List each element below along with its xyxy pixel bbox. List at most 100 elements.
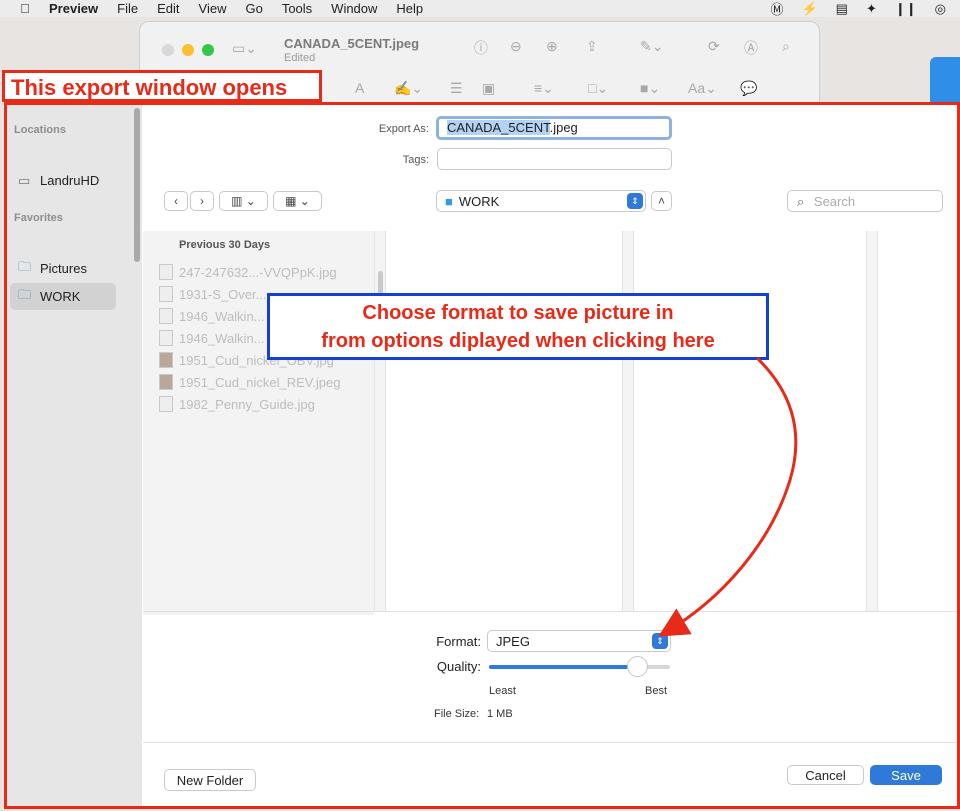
file-name: 1982_Penny_Guide.jpg [179, 396, 315, 412]
export-as-label: Export As: [378, 123, 429, 135]
sidebar-item-pictures[interactable]: 🗀 Pictures [10, 255, 116, 282]
sidebar-toggle-icon[interactable]: ▭⌄ [232, 40, 257, 57]
menu-tools[interactable]: Tools [282, 1, 312, 16]
menu-edit[interactable]: Edit [157, 1, 179, 16]
annotate-icon[interactable]: Ⓐ [744, 38, 758, 58]
font-style-icon[interactable]: Aa⌄ [688, 80, 717, 97]
file-icon [159, 308, 173, 324]
search-placeholder: Search [813, 194, 856, 209]
view-mode-button[interactable]: ▥ ⌄ [219, 191, 268, 211]
format-value: JPEG [496, 633, 530, 649]
back-button[interactable]: ‹ [164, 191, 188, 211]
list-item[interactable]: 1946_Walkin... [159, 305, 265, 327]
adjust-icon[interactable]: ☰ [450, 80, 463, 97]
stepper-icon: ⇕ [627, 193, 643, 209]
list-item[interactable]: 1982_Penny_Guide.jpg [159, 393, 315, 415]
chevron-up-icon: ˄ [657, 194, 665, 208]
sign-icon[interactable]: ✍⌄ [394, 80, 423, 97]
rotate-icon[interactable]: ⟳ [708, 38, 720, 55]
font-style-label: Aa [688, 80, 706, 96]
file-column: Previous 30 Days 247-247632...-VVQPpK.jp… [143, 231, 374, 615]
chevron-right-icon: › [200, 194, 204, 208]
malwarebytes-icon[interactable]: Ⓜ [770, 0, 783, 18]
chevron-left-icon: ‹ [174, 194, 178, 208]
tags-field[interactable] [437, 148, 672, 170]
group-button[interactable]: ▦ ⌄ [273, 191, 322, 211]
traffic-lights [162, 44, 214, 56]
export-as-field[interactable]: CANADA_5CENT.jpeg [436, 116, 672, 140]
save-button[interactable]: Save [870, 765, 942, 785]
text-tool-icon[interactable]: A [355, 80, 364, 96]
markup-pen-icon[interactable]: ✎⌄ [640, 38, 663, 55]
quality-slider[interactable] [489, 656, 670, 677]
cancel-button[interactable]: Cancel [787, 765, 864, 785]
zoom-out-icon[interactable]: ⊖ [510, 38, 522, 55]
location-label: WORK [458, 193, 500, 209]
options-divider [143, 611, 957, 612]
file-icon [159, 352, 173, 368]
list-item[interactable]: 1931-S_Over... [159, 283, 266, 305]
share-icon[interactable]: ⇪ [586, 38, 598, 55]
file-icon [159, 286, 173, 302]
sidebar-item-landruhd[interactable]: ▭ LandruHD [10, 167, 116, 194]
footer-divider [143, 742, 957, 743]
menu-view[interactable]: View [199, 1, 227, 16]
format-popup[interactable]: JPEG ⇕ [487, 630, 671, 652]
file-size-label: File Size: [434, 708, 480, 720]
search-icon: ⌕ [797, 194, 805, 209]
airdrop-icon[interactable]: ◎ [935, 1, 946, 17]
grid-icon: ▦ ⌄ [285, 194, 310, 208]
location-popup[interactable]: ■ WORK ⇕ [436, 190, 646, 212]
forward-button[interactable]: › [190, 191, 214, 211]
menu-window[interactable]: Window [331, 1, 377, 16]
sidebar-header-locations: Locations [14, 124, 66, 136]
dropbox-icon[interactable]: ✦ [866, 1, 877, 17]
minimize-window-icon[interactable] [182, 44, 194, 56]
info-icon[interactable]: ⓘ [474, 38, 488, 58]
sidebar: Locations ▭ LandruHD Favorites 🗀 Picture… [7, 105, 142, 806]
line-style-icon[interactable]: ≡⌄ [534, 80, 554, 97]
search-field[interactable]: ⌕ Search [787, 190, 943, 212]
menu-help[interactable]: Help [396, 1, 423, 16]
bolt-icon[interactable]: ⚡ [801, 1, 817, 17]
annotation-line-1: Choose format to save picture in [362, 302, 674, 324]
speech-bubble-icon[interactable]: 💬 [740, 80, 757, 97]
new-folder-button[interactable]: New Folder [164, 769, 256, 791]
clipboard-icon[interactable]: ▤ [836, 1, 848, 17]
sidebar-item-label: LandruHD [40, 173, 100, 188]
filename-selection: CANADA_5CENT [447, 120, 550, 135]
zoom-window-icon[interactable] [202, 44, 214, 56]
file-icon [159, 396, 173, 412]
note-icon[interactable]: ▣ [482, 80, 495, 97]
apple-menu-icon[interactable]:  [15, 1, 35, 16]
fill-color-icon[interactable]: ■⌄ [640, 80, 660, 97]
list-item[interactable]: 1951_Cud_nickel_REV.jpeg [159, 371, 340, 393]
collapse-button[interactable]: ˄ [651, 191, 672, 211]
quality-slider-knob[interactable] [627, 656, 649, 677]
file-name: 1946_Walkin... [179, 308, 265, 324]
sidebar-scrollbar[interactable] [134, 108, 140, 262]
folder-icon: ■ [445, 193, 453, 209]
zoom-in-icon[interactable]: ⊕ [546, 38, 558, 55]
list-item[interactable]: 247-247632...-VVQPpK.jpg [159, 261, 337, 283]
pause-icon[interactable]: ❙❙ [895, 1, 917, 17]
hard-drive-icon: ▭ [18, 172, 31, 188]
column-separator[interactable] [622, 231, 634, 611]
annotation-export-window: This export window opens [2, 70, 322, 102]
file-name: 1931-S_Over... [179, 286, 267, 302]
menu-file[interactable]: File [117, 1, 138, 16]
column-separator[interactable] [866, 231, 878, 611]
search-toolbar-icon[interactable]: ⌕ [782, 38, 790, 55]
quality-least-label: Least [489, 685, 516, 697]
close-window-icon[interactable] [162, 44, 174, 56]
sidebar-item-work[interactable]: 🗀 WORK [10, 283, 116, 310]
tags-label: Tags: [402, 154, 429, 166]
annotation-format-hint: Choose format to save picture in from op… [267, 293, 769, 360]
border-color-icon[interactable]: □⌄ [588, 80, 608, 97]
document-subtitle: Edited [284, 52, 316, 64]
document-title: CANADA_5CENT.jpeg [284, 36, 420, 51]
menu-go[interactable]: Go [245, 1, 262, 16]
list-item[interactable]: 1946_Walkin... [159, 327, 265, 349]
menu-app-name[interactable]: Preview [49, 1, 98, 16]
file-name: 1951_Cud_nickel_REV.jpeg [179, 374, 341, 390]
